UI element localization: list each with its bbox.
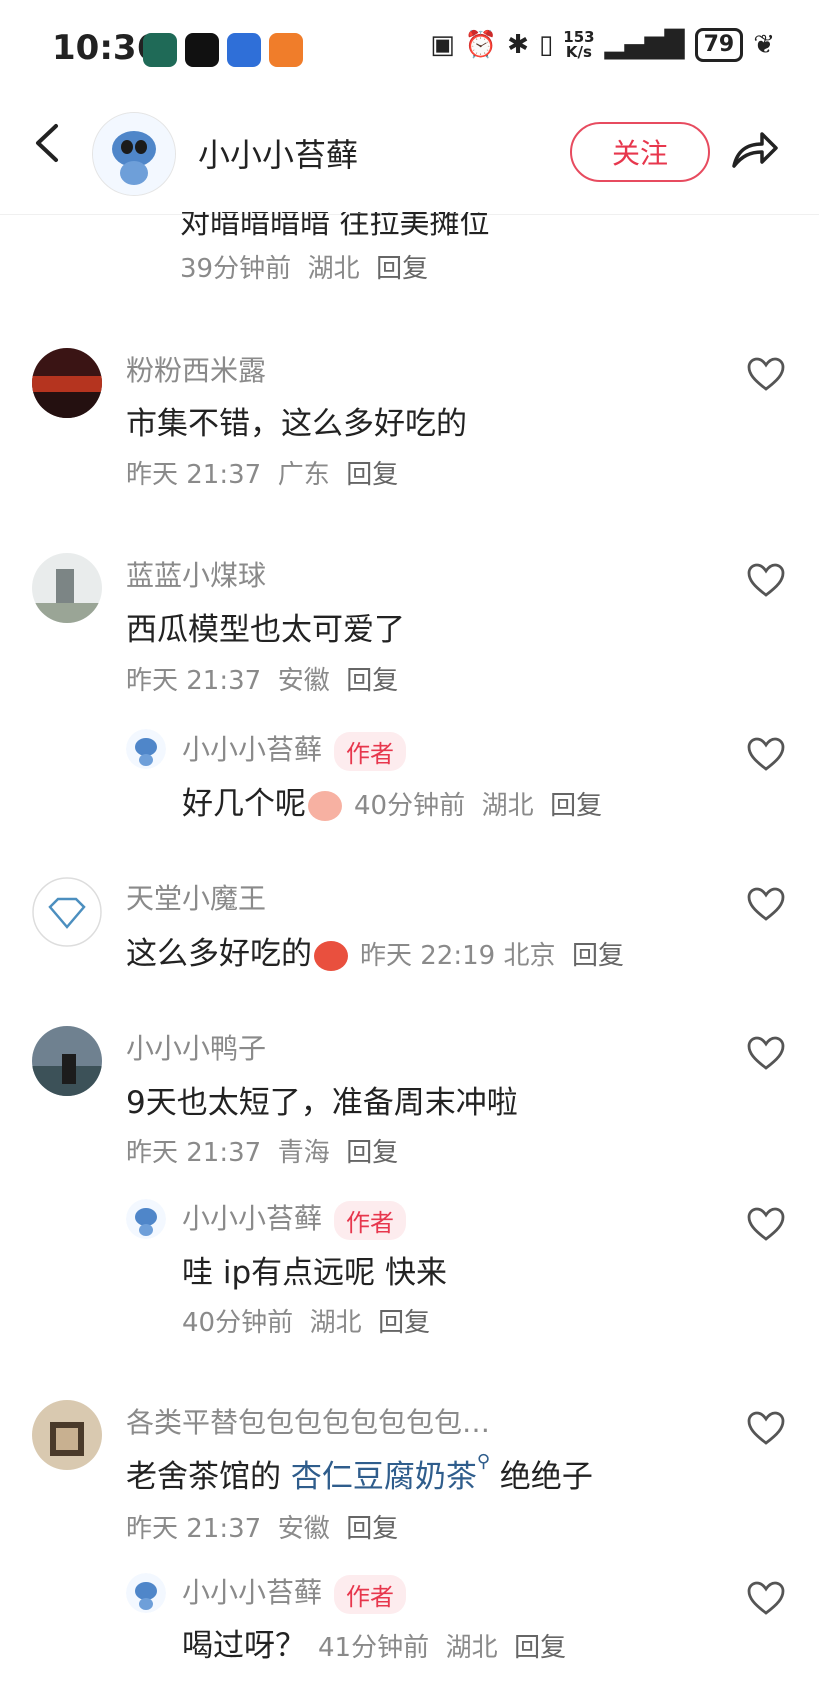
comment-text: 市集不错，这么多好吃的 (126, 406, 467, 442)
page-title: 小小小苔藓 (198, 136, 359, 174)
comment-meta: 昨天 21:37 广东 回复 (126, 460, 399, 490)
comment-meta: 40分钟前 湖北 回复 (182, 1308, 431, 1338)
crying-emoji-icon (308, 790, 342, 821)
topic-link[interactable]: 杏仁豆腐奶茶 (291, 1459, 477, 1495)
comment-meta: 39分钟前 湖北 回复 (180, 254, 429, 284)
nfc-icon: ▣ (430, 30, 455, 60)
bluetooth-icon: ✱ (507, 30, 529, 60)
reply-button[interactable]: 回复 (378, 1308, 430, 1338)
leaf-icon: ❦ (753, 30, 775, 60)
comment-username[interactable]: 各类平替包包包包包包包包… (126, 1401, 490, 1441)
comment-text: 西瓜模型也太可爱了 (126, 612, 405, 648)
comment-text: 喝过呀？ 41分钟前 湖北 回复 (182, 1628, 567, 1664)
avatar[interactable] (32, 348, 102, 418)
back-arrow-icon[interactable] (28, 118, 68, 168)
avatar[interactable] (126, 1199, 166, 1239)
comment-text: 这么多好吃的 昨天 22:19 北京 回复 (126, 936, 625, 972)
like-heart-icon[interactable] (746, 356, 786, 392)
like-heart-icon[interactable] (746, 1206, 786, 1242)
app-notification-icon (143, 33, 177, 67)
comment-text: 9天也太短了，准备周末冲啦 (126, 1085, 518, 1121)
comment-username[interactable]: 小小小鸭子 (126, 1027, 266, 1067)
system-status: ▣ ⏰ ✱ ▯ 153 K/s ▂▄▆█ 79 ❦ (430, 28, 775, 62)
follow-button[interactable]: 关注 (570, 122, 710, 182)
reply-button[interactable]: 回复 (514, 1633, 566, 1663)
alarm-icon: ⏰ (464, 30, 498, 60)
comment-text: 老舍茶馆的 杏仁豆腐奶茶⚲ 绝绝子 (126, 1451, 593, 1495)
search-icon: ⚲ (476, 1451, 491, 1472)
avatar[interactable] (126, 729, 166, 769)
comment-username[interactable]: 天堂小魔王 (126, 877, 266, 917)
like-heart-icon[interactable] (746, 736, 786, 772)
like-heart-icon[interactable] (746, 1580, 786, 1616)
app-notification-icon (269, 33, 303, 67)
reply-button[interactable]: 回复 (346, 666, 398, 696)
share-icon[interactable] (730, 128, 778, 172)
reply-button[interactable]: 回复 (346, 1138, 398, 1168)
status-bar: 10:36 ▣ ⏰ ✱ ▯ 153 K/s ▂▄▆█ 79 ❦ (0, 0, 819, 100)
comment-meta: 昨天 21:37 青海 回复 (126, 1138, 399, 1168)
avatar[interactable] (32, 1400, 102, 1470)
avatar[interactable] (126, 1573, 166, 1613)
avatar[interactable] (92, 112, 176, 196)
comment-username[interactable]: 小小小苔藓 作者 (182, 1197, 407, 1240)
comment-username[interactable]: 小小小苔藓 作者 (182, 1571, 407, 1614)
vibrate-icon: ▯ (538, 30, 554, 60)
comment-meta: 昨天 21:37 安徽 回复 (126, 666, 399, 696)
like-heart-icon[interactable] (746, 1035, 786, 1071)
author-badge: 作者 (334, 731, 407, 771)
signal-icon: ▂▄▆█ (604, 30, 685, 60)
comment-username[interactable]: 粉粉西米露 (126, 349, 266, 389)
like-heart-icon[interactable] (746, 886, 786, 922)
comment-meta: 昨天 21:37 安徽 回复 (126, 1514, 399, 1544)
gift-emoji-icon (314, 940, 348, 971)
avatar[interactable] (32, 877, 102, 947)
like-heart-icon[interactable] (746, 1410, 786, 1446)
avatar[interactable] (32, 553, 102, 623)
reply-button[interactable]: 回复 (572, 941, 624, 971)
app-notification-icon (227, 33, 261, 67)
comment-text: 哇 ip有点远呢 快来 (182, 1255, 447, 1291)
avatar[interactable] (32, 1026, 102, 1096)
reply-button[interactable]: 回复 (346, 460, 398, 490)
author-badge: 作者 (334, 1574, 407, 1614)
comment-username[interactable]: 小小小苔藓 作者 (182, 728, 407, 771)
reply-button[interactable]: 回复 (346, 1514, 398, 1544)
reply-button[interactable]: 回复 (376, 254, 428, 284)
author-badge: 作者 (334, 1200, 407, 1240)
comment-text: 好几个呢 40分钟前 湖北 回复 (182, 786, 603, 822)
notification-icons (143, 33, 303, 67)
reply-button[interactable]: 回复 (550, 791, 602, 821)
app-notification-icon (185, 33, 219, 67)
comment-username[interactable]: 蓝蓝小煤球 (126, 554, 266, 594)
like-heart-icon[interactable] (746, 562, 786, 598)
battery-indicator: 79 (694, 28, 744, 62)
network-speed: 153 K/s (563, 28, 595, 61)
